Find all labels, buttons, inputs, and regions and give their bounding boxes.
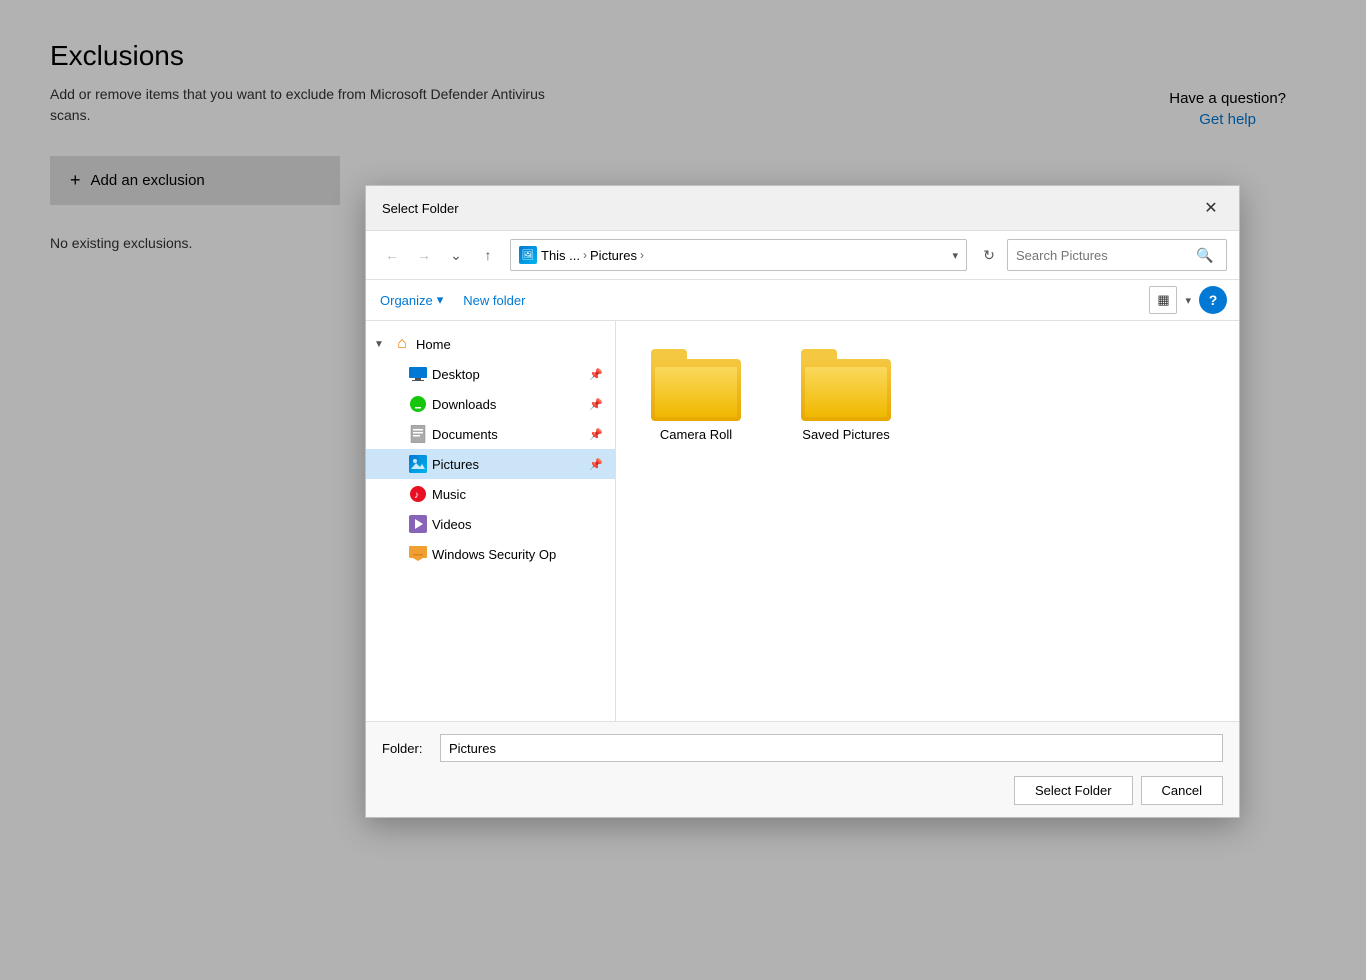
new-folder-button[interactable]: New folder [461, 289, 527, 312]
dialog-sidebar: ▼ ⌂ Home Desktop 📌 [366, 321, 616, 721]
home-icon: ⌂ [392, 334, 412, 354]
music-label: Music [432, 487, 603, 502]
folder-value-input[interactable] [440, 734, 1223, 762]
dialog-footer: Folder: Select Folder Cancel [366, 721, 1239, 817]
sidebar-item-music[interactable]: ♪ Music [366, 479, 615, 509]
breadcrumb-sep2: › [640, 248, 644, 262]
sidebar-item-documents[interactable]: Documents 📌 [366, 419, 615, 449]
windows-security-label: Windows Security Op [432, 547, 603, 562]
recent-locations-button[interactable]: ⌄ [442, 241, 470, 269]
pictures-icon [408, 454, 428, 474]
cancel-button[interactable]: Cancel [1141, 776, 1223, 805]
camera-roll-icon [651, 349, 741, 421]
camera-roll-label: Camera Roll [660, 427, 732, 444]
organize-dropdown-icon: ▾ [437, 292, 444, 308]
address-bar[interactable]: 🖼 This ... › Pictures › ▾ [510, 239, 967, 271]
search-input[interactable] [1016, 248, 1196, 263]
address-bar-row: ← → ⌄ ↑ 🖼 This ... › Pictures › ▾ ↻ 🔍 [366, 231, 1239, 280]
saved-pictures-label: Saved Pictures [802, 427, 889, 444]
sidebar-item-pictures[interactable]: Pictures 📌 [366, 449, 615, 479]
sidebar-item-windows-security[interactable]: Windows Security Op [366, 539, 615, 569]
up-button[interactable]: ↑ [474, 241, 502, 269]
saved-pictures-icon [801, 349, 891, 421]
forward-button[interactable]: → [410, 241, 438, 269]
view-button[interactable]: ▦ [1149, 286, 1177, 314]
refresh-button[interactable]: ↻ [975, 241, 1003, 269]
pictures-address-icon: 🖼 [519, 246, 537, 264]
dialog-title-text: Select Folder [382, 201, 459, 216]
search-box[interactable]: 🔍 [1007, 239, 1227, 271]
sidebar-item-downloads[interactable]: Downloads 📌 [366, 389, 615, 419]
breadcrumb-part2: Pictures [590, 248, 637, 263]
documents-label: Documents [432, 427, 585, 442]
address-breadcrumb: This ... › Pictures › [541, 248, 644, 263]
view-dropdown-icon[interactable]: ▾ [1185, 294, 1191, 307]
downloads-icon [408, 394, 428, 414]
select-folder-dialog: Select Folder ✕ ← → ⌄ ↑ 🖼 This ... › Pic… [365, 185, 1240, 818]
dialog-titlebar: Select Folder ✕ [366, 186, 1239, 231]
downloads-pin-icon: 📌 [589, 398, 603, 411]
select-folder-button[interactable]: Select Folder [1014, 776, 1133, 805]
desktop-label: Desktop [432, 367, 585, 382]
svg-text:♪: ♪ [414, 490, 419, 501]
view-icon: ▦ [1157, 292, 1169, 308]
videos-icon [408, 514, 428, 534]
toolbar-right: ▦ ▾ ? [1149, 286, 1227, 314]
search-icon: 🔍 [1196, 247, 1213, 264]
help-button[interactable]: ? [1199, 286, 1227, 314]
documents-pin-icon: 📌 [589, 428, 603, 441]
folder-camera-roll[interactable]: Camera Roll [636, 341, 756, 452]
address-dropdown-arrow[interactable]: ▾ [952, 249, 958, 262]
close-button[interactable]: ✕ [1199, 196, 1223, 220]
music-icon: ♪ [408, 484, 428, 504]
videos-label: Videos [432, 517, 603, 532]
breadcrumb-sep1: › [583, 248, 587, 262]
home-expand-icon: ▼ [374, 339, 388, 350]
dialog-main-content: Camera Roll Saved Pictures [616, 321, 1239, 721]
desktop-icon [408, 364, 428, 384]
dialog-toolbar: Organize ▾ New folder ▦ ▾ ? [366, 280, 1239, 321]
sidebar-item-home[interactable]: ▼ ⌂ Home [366, 329, 615, 359]
back-button[interactable]: ← [378, 241, 406, 269]
dialog-content: ▼ ⌂ Home Desktop 📌 [366, 321, 1239, 721]
new-folder-label: New folder [463, 293, 525, 308]
footer-buttons: Select Folder Cancel [382, 776, 1223, 805]
documents-icon [408, 424, 428, 444]
folder-label: Folder: [382, 741, 432, 756]
home-label: Home [416, 337, 603, 352]
organize-button[interactable]: Organize ▾ [378, 288, 445, 312]
organize-label: Organize [380, 293, 433, 308]
pictures-label: Pictures [432, 457, 585, 472]
windows-security-icon [408, 544, 428, 564]
sidebar-item-videos[interactable]: Videos [366, 509, 615, 539]
folder-field-row: Folder: [382, 734, 1223, 762]
breadcrumb-part1: This ... [541, 248, 580, 263]
sidebar-item-desktop[interactable]: Desktop 📌 [366, 359, 615, 389]
folder-saved-pictures[interactable]: Saved Pictures [786, 341, 906, 452]
pictures-pin-icon: 📌 [589, 458, 603, 471]
desktop-pin-icon: 📌 [589, 368, 603, 381]
downloads-label: Downloads [432, 397, 585, 412]
